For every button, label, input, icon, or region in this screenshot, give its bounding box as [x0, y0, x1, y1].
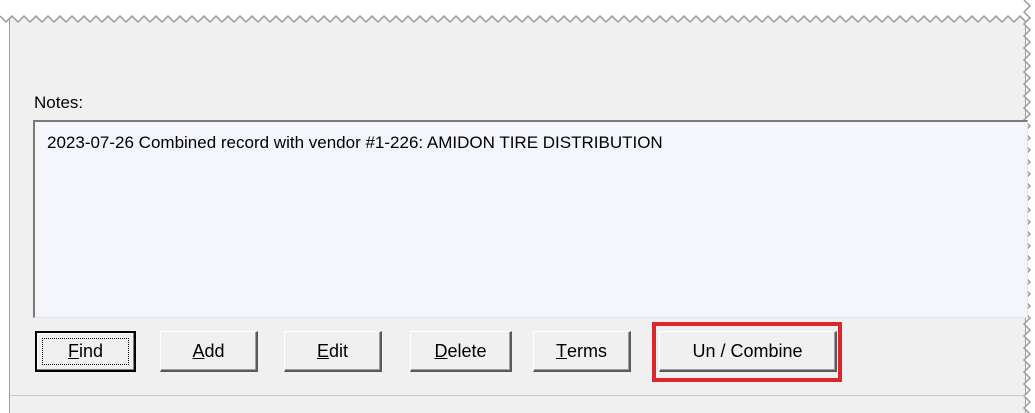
delete-accelerator: D: [434, 340, 448, 361]
add-button[interactable]: Add: [160, 331, 258, 372]
find-label: ind: [78, 341, 104, 361]
panel-bottom-divider: [10, 395, 1025, 396]
delete-label: elete: [447, 340, 487, 361]
add-accelerator: A: [192, 340, 205, 361]
terms-label: erms: [567, 340, 607, 361]
find-accelerator: F: [67, 341, 79, 361]
edit-label: dit: [329, 340, 349, 361]
terms-button[interactable]: Terms: [533, 331, 631, 372]
delete-button[interactable]: Delete: [410, 331, 512, 372]
torn-edge-top: [0, 0, 1035, 24]
notes-textarea[interactable]: 2023-07-26 Combined record with vendor #…: [33, 120, 1028, 318]
notes-text: 2023-07-26 Combined record with vendor #…: [47, 133, 663, 152]
screenshot-canvas: Notes: 2023-07-26 Combined record with v…: [0, 0, 1035, 413]
edit-accelerator: E: [316, 340, 329, 361]
uncombine-button[interactable]: Un / Combine: [659, 331, 837, 372]
notes-label: Notes:: [34, 93, 84, 112]
add-label: dd: [204, 340, 225, 361]
find-button[interactable]: Find: [35, 331, 136, 372]
terms-accelerator: T: [556, 340, 567, 361]
uncombine-label: Un / Combine: [692, 340, 803, 361]
edit-button[interactable]: Edit: [284, 331, 382, 372]
